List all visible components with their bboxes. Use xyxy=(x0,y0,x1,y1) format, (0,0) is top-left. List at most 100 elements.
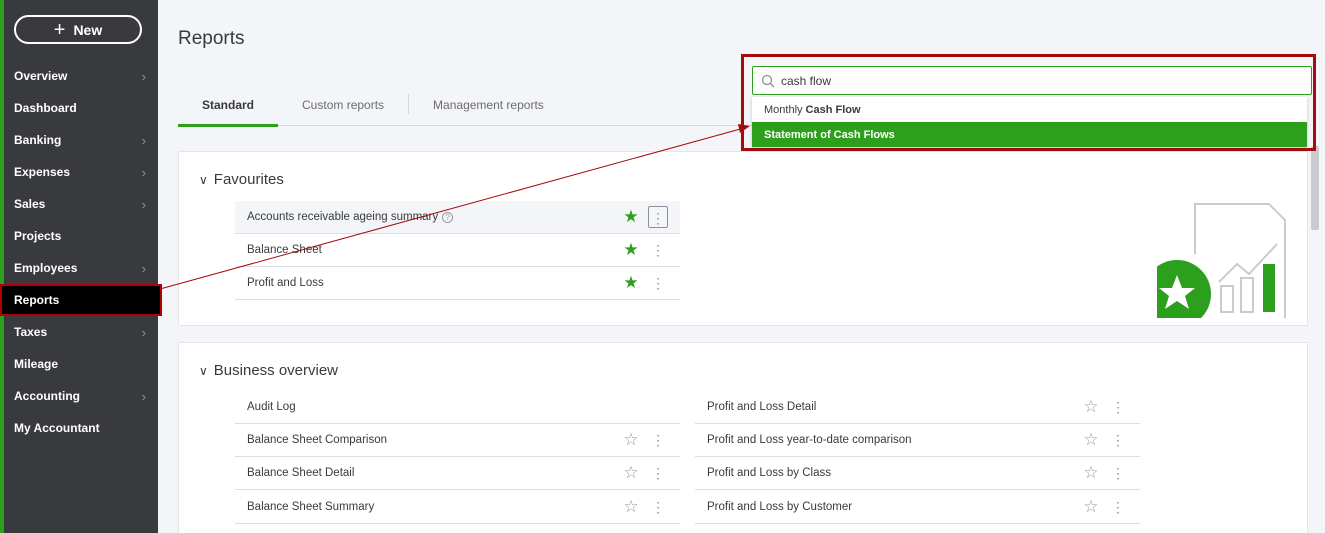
sidebar: + New Overview › Dashboard Banking › Expen… xyxy=(0,0,162,533)
chevron-right-icon: › xyxy=(141,196,146,212)
chevron-right-icon: › xyxy=(141,164,146,180)
more-options-icon[interactable]: ⋮ xyxy=(648,272,668,294)
sidebar-item-label: My Accountant xyxy=(14,421,100,435)
favourites-header[interactable]: ∨ Favourites xyxy=(199,171,284,188)
scrollbar-thumb[interactable] xyxy=(1311,146,1319,230)
chevron-down-icon: ∨ xyxy=(199,363,208,378)
tab-custom-reports[interactable]: Custom reports xyxy=(278,84,408,126)
report-link[interactable]: Balance Sheet Detail xyxy=(235,467,620,479)
list-item[interactable]: Profit and Loss Detail ☆ ⋮ xyxy=(695,391,1140,424)
sidebar-item-employees[interactable]: Employees › xyxy=(4,252,158,284)
sidebar-item-sales[interactable]: Sales › xyxy=(4,188,158,220)
list-item[interactable]: Accounts receivable ageing summary? ★ ⋮ xyxy=(235,201,680,234)
list-item[interactable]: Balance Sheet Comparison ☆ ⋮ xyxy=(235,424,680,457)
list-item[interactable]: Audit Log xyxy=(235,391,680,424)
star-filled-icon[interactable]: ★ xyxy=(620,240,642,260)
list-item[interactable]: Balance Sheet Summary ☆ ⋮ xyxy=(235,491,680,524)
more-options-icon[interactable]: ⋮ xyxy=(648,239,668,261)
search-suggestions: Monthly Cash Flow Statement of Cash Flows xyxy=(752,97,1307,147)
chevron-right-icon: › xyxy=(141,68,146,84)
star-outline-icon[interactable]: ☆ xyxy=(620,463,642,483)
sidebar-item-my-accountant[interactable]: My Accountant xyxy=(4,412,158,444)
help-icon[interactable]: ? xyxy=(442,212,454,223)
report-link[interactable]: Balance Sheet xyxy=(235,244,620,256)
list-item[interactable]: Balance Sheet ★ ⋮ xyxy=(235,234,680,267)
more-options-icon[interactable]: ⋮ xyxy=(648,206,668,228)
sidebar-item-expenses[interactable]: Expenses › xyxy=(4,156,158,188)
favourites-illustration xyxy=(1157,203,1286,318)
star-outline-icon[interactable]: ☆ xyxy=(1080,463,1102,483)
report-link[interactable]: Balance Sheet Comparison xyxy=(235,434,620,446)
sidebar-item-label: Taxes xyxy=(14,325,48,339)
sidebar-item-taxes[interactable]: Taxes › xyxy=(4,316,158,348)
report-name: Accounts receivable ageing summary xyxy=(247,211,439,223)
report-link[interactable]: Audit Log xyxy=(235,401,680,413)
star-filled-icon[interactable]: ★ xyxy=(620,273,642,293)
sidebar-item-reports[interactable]: Reports xyxy=(0,284,162,316)
sidebar-nav: Overview › Dashboard Banking › Expenses › S… xyxy=(0,60,162,444)
new-button[interactable]: + New xyxy=(14,15,142,44)
more-options-icon[interactable]: ⋮ xyxy=(648,496,668,518)
report-link[interactable]: Profit and Loss by Class xyxy=(695,467,1080,479)
sidebar-item-label: Accounting xyxy=(14,389,80,403)
sidebar-item-label: Dashboard xyxy=(14,101,77,115)
report-link[interactable]: Profit and Loss xyxy=(235,277,620,289)
star-outline-icon[interactable]: ☆ xyxy=(620,430,642,450)
sidebar-item-label: Employees xyxy=(14,261,78,275)
section-title: Business overview xyxy=(213,362,339,379)
star-outline-icon[interactable]: ☆ xyxy=(1080,430,1102,450)
more-options-icon[interactable]: ⋮ xyxy=(648,429,668,451)
report-link[interactable]: Profit and Loss year-to-date comparison xyxy=(695,434,1080,446)
sidebar-item-overview[interactable]: Overview › xyxy=(4,60,158,92)
sidebar-item-accounting[interactable]: Accounting › xyxy=(4,380,158,412)
sidebar-item-banking[interactable]: Banking › xyxy=(4,124,158,156)
chevron-right-icon: › xyxy=(141,388,146,404)
tab-management-reports[interactable]: Management reports xyxy=(409,84,568,126)
plus-icon: + xyxy=(53,18,66,41)
list-item[interactable]: Profit and Loss by Customer ☆ ⋮ xyxy=(695,491,1140,524)
favourites-section: ∨ Favourites Accounts receivable ageing … xyxy=(178,151,1308,326)
more-options-icon[interactable]: ⋮ xyxy=(648,462,668,484)
chevron-right-icon: › xyxy=(141,260,146,276)
sidebar-item-label: Overview xyxy=(14,69,68,83)
sidebar-item-label: Reports xyxy=(14,293,60,307)
sidebar-item-mileage[interactable]: Mileage xyxy=(4,348,158,380)
sidebar-item-projects[interactable]: Projects xyxy=(4,220,158,252)
sidebar-item-label: Mileage xyxy=(14,357,59,371)
star-outline-icon[interactable]: ☆ xyxy=(1080,497,1102,517)
search-highlight-box: cash flow Monthly Cash Flow Statement of … xyxy=(741,54,1316,151)
business-overview-header[interactable]: ∨ Business overview xyxy=(199,362,338,379)
star-outline-icon[interactable]: ☆ xyxy=(620,497,642,517)
suggestion-statement-of-cash-flows[interactable]: Statement of Cash Flows xyxy=(752,122,1307,147)
sidebar-item-dashboard[interactable]: Dashboard xyxy=(4,92,158,124)
more-options-icon[interactable]: ⋮ xyxy=(1108,462,1128,484)
section-title: Favourites xyxy=(213,171,284,188)
star-filled-icon[interactable]: ★ xyxy=(620,207,642,227)
sidebar-item-label: Sales xyxy=(14,197,46,211)
new-button-label: New xyxy=(73,21,103,38)
list-item[interactable]: Profit and Loss by Class ☆ ⋮ xyxy=(695,457,1140,490)
more-options-icon[interactable]: ⋮ xyxy=(1108,429,1128,451)
suggestion-monthly-cash-flow[interactable]: Monthly Cash Flow xyxy=(752,97,1307,122)
page-title: Reports xyxy=(178,28,245,49)
more-options-icon[interactable]: ⋮ xyxy=(1108,496,1128,518)
tab-standard[interactable]: Standard xyxy=(178,84,279,127)
list-item[interactable]: Profit and Loss ★ ⋮ xyxy=(235,267,680,300)
sidebar-item-label: Expenses xyxy=(14,165,71,179)
business-overview-section: ∨ Business overview Audit Log Balance Sh… xyxy=(178,342,1308,533)
chevron-right-icon: › xyxy=(141,132,146,148)
list-item[interactable]: Profit and Loss year-to-date comparison … xyxy=(695,424,1140,457)
chevron-right-icon: › xyxy=(141,324,146,340)
search-icon xyxy=(761,74,775,87)
report-link[interactable]: Accounts receivable ageing summary? xyxy=(235,211,620,223)
suggestion-match: Statement of Cash Flows xyxy=(764,128,895,141)
report-link[interactable]: Profit and Loss by Customer xyxy=(695,501,1080,513)
chevron-down-icon: ∨ xyxy=(199,172,208,187)
report-link[interactable]: Profit and Loss Detail xyxy=(695,401,1080,413)
report-link[interactable]: Balance Sheet Summary xyxy=(235,501,620,513)
star-outline-icon[interactable]: ☆ xyxy=(1080,397,1102,417)
sidebar-item-label: Banking xyxy=(14,133,62,147)
list-item[interactable]: Balance Sheet Detail ☆ ⋮ xyxy=(235,457,680,490)
more-options-icon[interactable]: ⋮ xyxy=(1108,396,1128,418)
search-input[interactable]: cash flow xyxy=(752,66,1312,95)
